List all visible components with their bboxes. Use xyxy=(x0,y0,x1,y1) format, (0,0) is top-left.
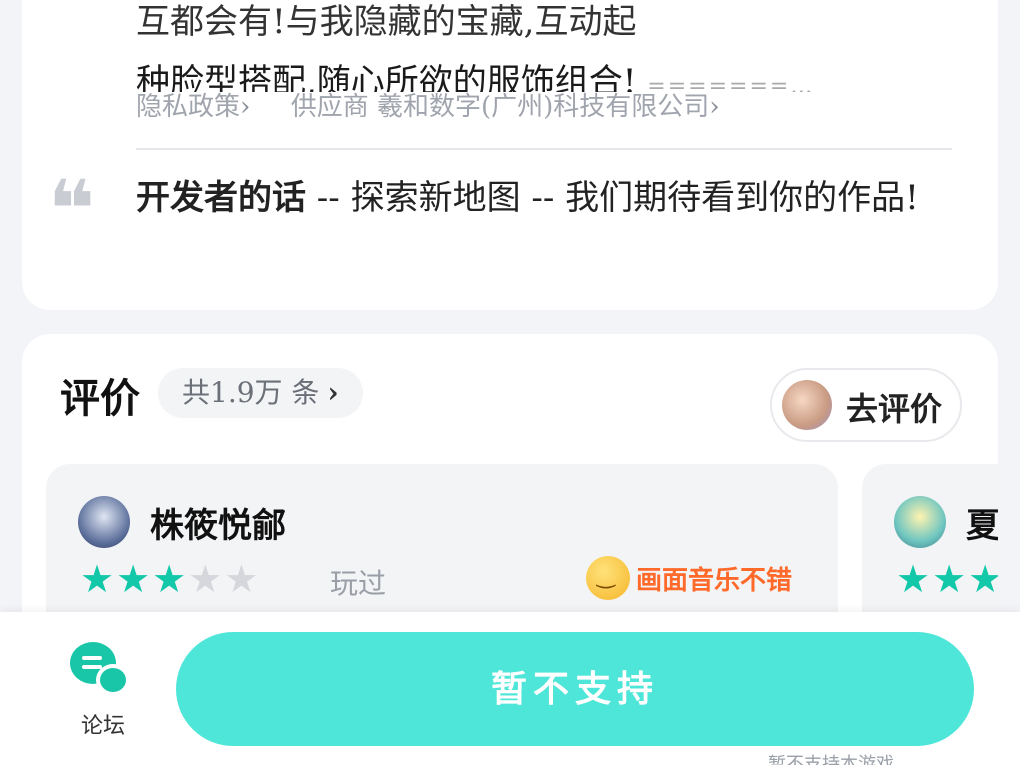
developer-note-text: -- 探索新地图 -- 我们期待看到你的作品! xyxy=(306,178,919,218)
review-count-link[interactable]: 共1.9万 条 › xyxy=(158,368,363,418)
reviews-title: 评价 xyxy=(60,375,140,422)
developer-note-title: 开发者的话 xyxy=(136,178,306,218)
quote-icon: ❝ xyxy=(48,163,95,256)
star-rating: ★★★ xyxy=(896,560,998,598)
privacy-policy-link[interactable]: 隐私政策› xyxy=(136,86,282,123)
avatar[interactable] xyxy=(894,496,946,548)
star-filled-icon: ★ xyxy=(968,557,998,601)
write-review-button[interactable]: 去评价 xyxy=(770,368,962,442)
forum-button[interactable]: 论坛 xyxy=(58,642,148,740)
chevron-right-icon: › xyxy=(240,92,251,122)
star-filled-icon: ★ xyxy=(896,557,933,601)
bottom-action-bar: 论坛 暂不支持 暂不支持本游戏... xyxy=(0,612,1020,765)
chevron-right-icon: › xyxy=(709,92,720,122)
review-tag-text: 画面音乐不错 xyxy=(636,565,793,596)
developer-note: 开发者的话 -- 探索新地图 -- 我们期待看到你的作品! xyxy=(136,170,936,226)
policy-links: 隐私政策› 供应商 羲和数字(广州)科技有限公司› xyxy=(136,86,720,123)
review-username[interactable]: 夏 xyxy=(966,498,998,547)
star-filled-icon: ★ xyxy=(932,557,969,601)
forum-label: 论坛 xyxy=(80,714,125,739)
smile-emoji-icon xyxy=(586,556,630,600)
unsupported-hint: 暂不支持本游戏... xyxy=(768,754,912,765)
divider xyxy=(136,148,952,150)
description-line-1: 互都会有!与我隐藏的宝藏,互动起 xyxy=(136,2,637,42)
supplier-label: 供应商 羲和数字(广州)科技有限公司 xyxy=(290,92,710,122)
star-empty-icon: ★ xyxy=(188,557,225,601)
supplier-link[interactable]: 供应商 羲和数字(广州)科技有限公司› xyxy=(291,86,720,123)
star-filled-icon: ★ xyxy=(152,557,189,601)
star-filled-icon: ★ xyxy=(116,557,153,601)
review-username[interactable]: 株筱悦鄃 xyxy=(150,498,286,547)
star-empty-icon: ★ xyxy=(224,557,261,601)
star-filled-icon: ★ xyxy=(80,557,117,601)
review-tag: 画面音乐不错 xyxy=(586,556,792,600)
write-review-label: 去评价 xyxy=(846,390,943,428)
unsupported-button[interactable]: 暂不支持 xyxy=(176,632,974,746)
game-description: 互都会有!与我隐藏的宝藏,互动起 种脸型搭配,随心所欲的服饰组合! ======… xyxy=(136,0,956,92)
forum-chat-icon xyxy=(70,642,130,698)
review-count-text: 共1.9万 条 xyxy=(182,376,320,409)
played-status: 玩过 xyxy=(330,567,387,600)
privacy-policy-label: 隐私政策 xyxy=(136,92,241,122)
user-avatar xyxy=(782,380,832,430)
chevron-right-icon: › xyxy=(327,376,339,409)
avatar[interactable] xyxy=(78,496,130,548)
star-rating: ★★★★★ xyxy=(80,560,260,598)
